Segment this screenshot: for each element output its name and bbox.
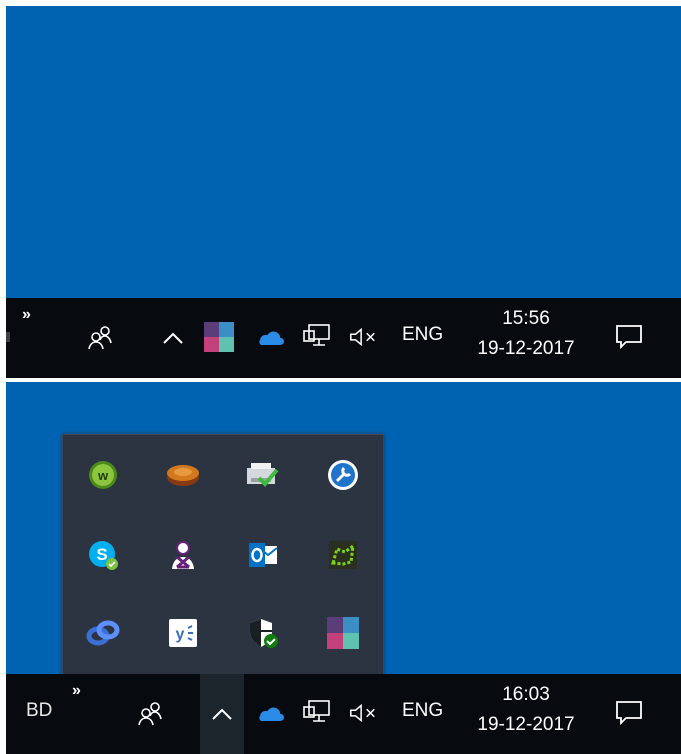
toolbar-overflow-chevron[interactable]: » (72, 682, 81, 700)
screenshot-collapsed-tray: » ENG 15:56 19-12-2017 (6, 6, 681, 378)
hidden-icons-flyout: w S y (62, 434, 384, 676)
language-indicator[interactable]: ENG (402, 324, 443, 346)
orange-disk-icon[interactable] (163, 455, 203, 495)
outlook-icon[interactable] (243, 535, 283, 575)
skype-icon[interactable]: S (83, 535, 123, 575)
volume-muted-icon[interactable] (348, 698, 378, 728)
clock[interactable]: 16:03 19-12-2017 (461, 680, 591, 740)
clock-time: 16:03 (502, 684, 550, 705)
volume-muted-icon[interactable] (348, 322, 378, 352)
toolbar-overflow-chevron[interactable]: » (22, 306, 31, 324)
svg-text:S: S (96, 545, 107, 564)
action-center-icon[interactable] (612, 320, 646, 354)
chain-link-icon[interactable] (83, 613, 123, 653)
clock-time: 15:56 (502, 308, 550, 329)
people-icon[interactable] (84, 320, 118, 354)
taskbar: » ENG 15:56 19-12-2017 (6, 298, 681, 378)
network-icon[interactable] (302, 698, 332, 728)
people-icon[interactable] (134, 696, 168, 730)
show-hidden-icons-button[interactable] (200, 674, 244, 754)
action-center-icon[interactable] (612, 696, 646, 730)
green-map-icon[interactable] (323, 535, 363, 575)
vs-profile-icon[interactable] (163, 535, 203, 575)
taskbar: BD » ENG 16:03 19-12-2017 (6, 674, 681, 754)
svg-text:w: w (97, 468, 109, 483)
language-indicator[interactable]: ENG (402, 700, 443, 722)
toolbar-label[interactable]: BD (26, 700, 52, 722)
taskbar-edge (6, 332, 10, 342)
blue-tool-icon[interactable] (323, 455, 363, 495)
shield-check-icon[interactable] (243, 613, 283, 653)
show-hidden-icons-button[interactable] (158, 320, 188, 356)
clock-date: 19-12-2017 (477, 714, 575, 735)
color-squares-icon[interactable] (323, 613, 363, 653)
desktop-background (6, 6, 681, 298)
clock-date: 19-12-2017 (477, 338, 575, 359)
onedrive-icon[interactable] (254, 698, 284, 728)
yammer-icon[interactable]: y (163, 613, 203, 653)
printer-check-icon[interactable] (243, 455, 283, 495)
w-circle-icon[interactable]: w (83, 455, 123, 495)
color-squares-icon[interactable] (204, 322, 234, 352)
svg-text:y: y (176, 626, 185, 643)
network-icon[interactable] (302, 322, 332, 352)
clock[interactable]: 15:56 19-12-2017 (461, 304, 591, 364)
onedrive-icon[interactable] (254, 322, 284, 352)
screenshot-expanded-tray: w S y BD » ENG 16:03 19-12-2017 (6, 382, 681, 754)
